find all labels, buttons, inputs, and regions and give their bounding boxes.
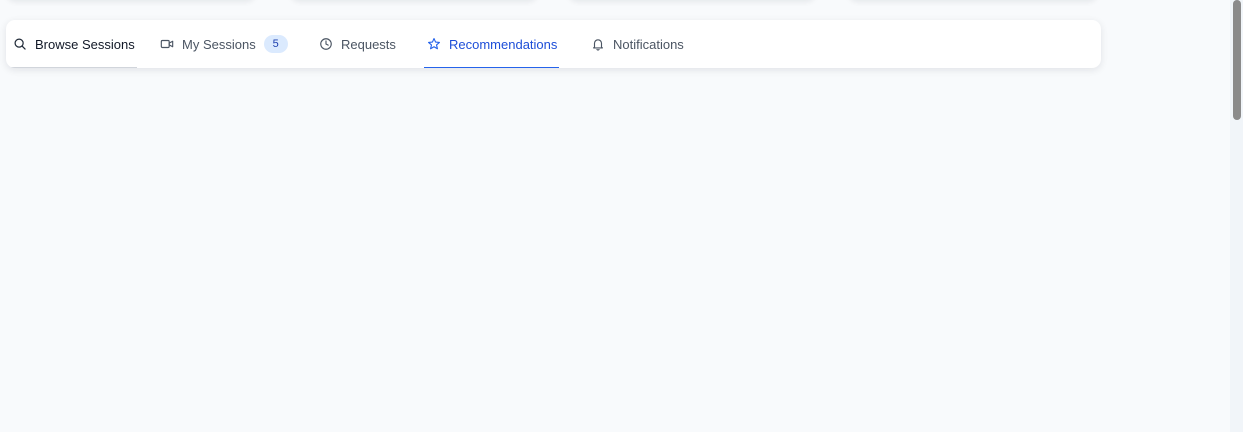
tab-label: Recommendations [449,36,558,52]
bell-icon [590,36,606,52]
sessions-count-badge: 5 [263,35,288,53]
star-icon [426,36,442,52]
tab-label: Requests [341,36,396,52]
session-tab-bar: Browse Sessions My Sessions 5 Requests R… [6,20,1101,68]
tab-my-sessions[interactable]: My Sessions 5 [159,20,288,68]
scrollbar-thumb[interactable] [1233,0,1241,120]
tab-recommendations[interactable]: Recommendations [424,20,559,68]
search-icon [12,36,28,52]
video-icon [159,36,175,52]
clock-icon [318,36,334,52]
tab-label: Notifications [613,36,684,52]
tab-label: My Sessions [182,36,256,52]
page: Browse Sessions My Sessions 5 Requests R… [0,0,1243,432]
tab-browse-sessions[interactable]: Browse Sessions [6,20,137,68]
tab-label: Browse Sessions [35,36,135,52]
vertical-scrollbar[interactable] [1230,0,1243,432]
tab-notifications[interactable]: Notifications [590,20,684,68]
tab-requests[interactable]: Requests [318,20,396,68]
